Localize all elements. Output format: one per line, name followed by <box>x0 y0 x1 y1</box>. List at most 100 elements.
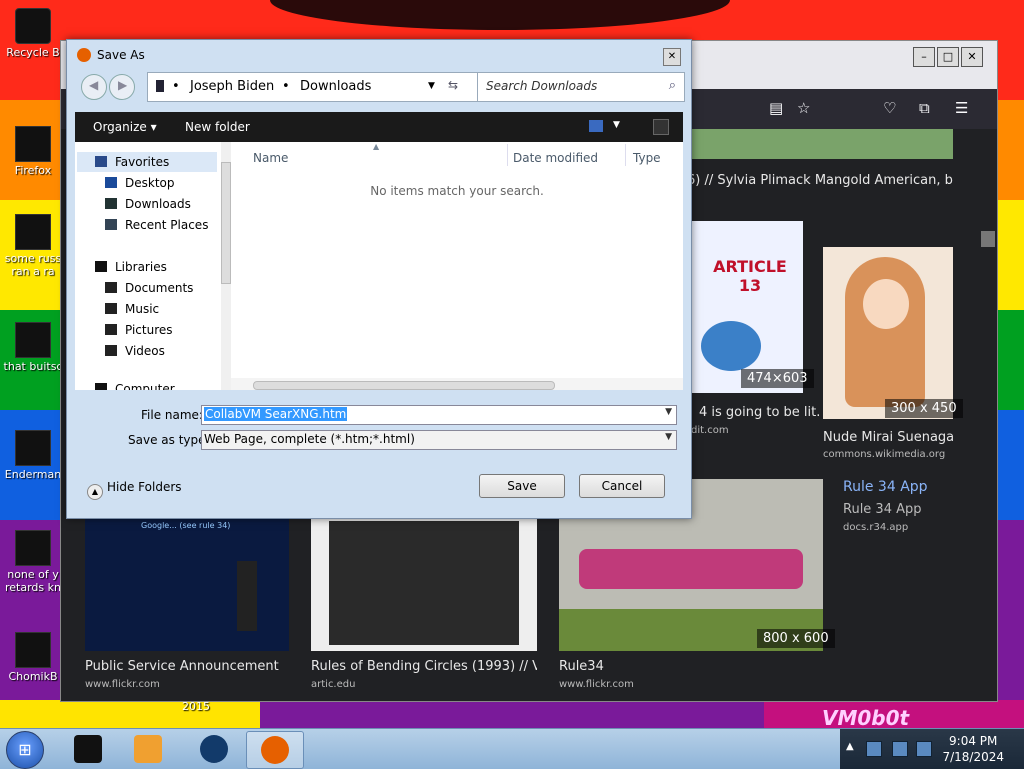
search-icon[interactable]: ⌕ <box>669 78 676 93</box>
nav-music[interactable]: Music <box>105 302 159 316</box>
clock[interactable]: 9:04 PM 7/18/2024 <box>942 733 1004 765</box>
view-icon[interactable] <box>589 120 603 132</box>
menu-icon[interactable]: ☰ <box>955 99 968 117</box>
dims-badge: 800 x 600 <box>757 629 835 648</box>
chevron-down-icon[interactable]: ▼ <box>665 432 672 442</box>
result-title[interactable]: Rules of Bending Circles (1993) // Ve... <box>311 659 537 674</box>
reader-view-icon[interactable]: ▤ <box>769 99 783 117</box>
organize-button[interactable]: Organize ▾ <box>93 120 157 134</box>
libraries-icon <box>95 261 107 272</box>
taskbar-app-media[interactable] <box>120 731 176 767</box>
desktop-icon-buitsc[interactable]: that buitsc <box>0 322 66 373</box>
nav-documents[interactable]: Documents <box>105 281 193 295</box>
chevron-down-icon[interactable]: ▼ <box>665 407 672 417</box>
pictures-icon <box>105 324 117 335</box>
new-folder-button[interactable]: New folder <box>185 120 250 134</box>
column-header-type[interactable]: Type <box>633 151 661 165</box>
cancel-button[interactable]: Cancel <box>579 474 665 498</box>
firefox-icon <box>77 48 91 62</box>
preview-pane-icon[interactable] <box>653 119 669 135</box>
result-title[interactable]: 4 is going to be lit... <box>699 405 819 420</box>
music-icon <box>105 303 117 314</box>
breadcrumb-downloads[interactable]: Downloads <box>300 79 371 94</box>
column-header-date[interactable]: Date modified <box>513 151 598 165</box>
minimize-button[interactable]: – <box>913 47 935 67</box>
address-bar[interactable]: • Joseph Biden • Downloads ▼ ⇆ <box>147 72 505 102</box>
dialog-title-text: Save As <box>97 48 145 62</box>
file-list: Name ▲ Date modified Type No items match… <box>231 142 683 390</box>
desktop-icon-label: Recycle B <box>6 46 60 59</box>
bookmark-star-icon[interactable]: ☆ <box>797 99 810 117</box>
result-url: www.flickr.com <box>559 679 634 690</box>
desktop-icon-firefox[interactable]: Firefox <box>0 126 66 177</box>
dims-badge: 300 x 450 <box>885 399 963 418</box>
close-button[interactable]: ✕ <box>961 47 983 67</box>
desktop-icon-chomik[interactable]: ChomikB <box>0 632 66 683</box>
nav-pictures[interactable]: Pictures <box>105 323 173 337</box>
nav-favorites[interactable]: Favorites <box>95 155 169 169</box>
desktop-icon-russ[interactable]: some russ ran a ra <box>0 214 66 278</box>
file-icon <box>15 430 51 466</box>
nav-downloads[interactable]: Downloads <box>105 197 191 211</box>
result-title-link[interactable]: Rule 34 App <box>843 479 928 495</box>
nav-computer[interactable]: Computer <box>95 382 175 390</box>
desktop-icon <box>105 177 117 188</box>
back-button[interactable]: ◀ <box>81 74 107 100</box>
desktop-icon-recycle-bin[interactable]: Recycle B <box>0 8 66 59</box>
taskbar-app-firefox[interactable] <box>246 731 304 769</box>
nav-libraries[interactable]: Libraries <box>95 260 167 274</box>
start-button[interactable]: ⊞ <box>6 731 44 769</box>
result-url: docs.r34.app <box>843 522 909 533</box>
breadcrumb-joseph-biden[interactable]: Joseph Biden <box>190 79 274 94</box>
address-row: ◀ ▶ • Joseph Biden • Downloads ▼ ⇆ Searc… <box>77 72 685 102</box>
pocket-icon[interactable]: ♡ <box>883 99 896 117</box>
file-list-hscrollbar-thumb[interactable] <box>253 381 555 390</box>
desktop-icon-label: Enderman <box>4 468 62 481</box>
desktop-icon-retards[interactable]: none of y retards kn <box>0 530 66 594</box>
column-header-name[interactable]: Name <box>253 151 288 165</box>
result-title[interactable]: Public Service Announcement <box>85 659 289 674</box>
result-thumb-anime[interactable] <box>823 247 953 419</box>
nav-scrollbar-thumb[interactable] <box>221 162 231 284</box>
result-title[interactable]: 6) // Sylvia Plimack Mangold American, b… <box>687 173 953 188</box>
result-thumb-circles[interactable] <box>311 517 537 651</box>
result-thumb-article[interactable]: ARTICLE 13 <box>691 221 803 393</box>
nav-desktop[interactable]: Desktop <box>105 176 175 190</box>
taskbar-app-terminal[interactable] <box>60 731 116 767</box>
result-title[interactable]: Rule34 <box>559 659 604 674</box>
windows-logo-icon: ⊞ <box>18 740 32 759</box>
navigation-pane: Favorites Desktop Downloads Recent Place… <box>75 142 221 390</box>
volume-icon[interactable] <box>892 741 908 757</box>
maximize-button[interactable]: □ <box>937 47 959 67</box>
file-name-input[interactable]: CollabVM SearXNG.htm ▼ <box>201 405 677 425</box>
dialog-close-button[interactable]: ✕ <box>663 48 681 66</box>
save-button[interactable]: Save <box>479 474 565 498</box>
dims-badge: 474×603 <box>741 369 814 388</box>
browser-scrollbar-thumb[interactable] <box>981 231 995 247</box>
back-arrow-icon: ◀ <box>89 78 99 92</box>
result-thumb-top[interactable] <box>691 129 953 159</box>
refresh-icon[interactable]: ⇆ <box>448 78 458 92</box>
save-type-select[interactable]: Web Page, complete (*.htm;*.html) ▼ <box>201 430 677 450</box>
firefox-icon <box>15 126 51 162</box>
forward-button[interactable]: ▶ <box>109 74 135 100</box>
result-thumb-psa[interactable]: Google... (see rule 34) <box>85 517 289 651</box>
file-icon <box>15 322 51 358</box>
chevron-down-icon[interactable]: ▼ <box>428 81 435 91</box>
result-url: www.flickr.com <box>85 679 160 690</box>
result-title[interactable]: Nude Mirai Suenaga... <box>823 430 955 445</box>
action-center-icon[interactable] <box>916 741 932 757</box>
network-icon[interactable] <box>866 741 882 757</box>
view-chevron-icon[interactable]: ▼ <box>613 120 620 130</box>
nav-recent-places[interactable]: Recent Places <box>105 218 208 232</box>
search-input[interactable]: Search Downloads ⌕ <box>477 72 685 102</box>
wallpaper-text-vm0b0t: VM0b0t <box>822 706 910 730</box>
browser-scrollbar[interactable] <box>981 129 997 701</box>
file-name-label: File name: <box>141 408 203 422</box>
extensions-icon[interactable]: ⧉ <box>919 99 930 117</box>
tray-chevron-icon[interactable]: ▲ <box>846 741 854 752</box>
taskbar-app-browser2[interactable] <box>186 731 242 767</box>
desktop-icon-enderman[interactable]: Enderman <box>0 430 66 481</box>
hide-folders-button[interactable]: ▲ Hide Folders <box>87 480 182 500</box>
nav-videos[interactable]: Videos <box>105 344 165 358</box>
